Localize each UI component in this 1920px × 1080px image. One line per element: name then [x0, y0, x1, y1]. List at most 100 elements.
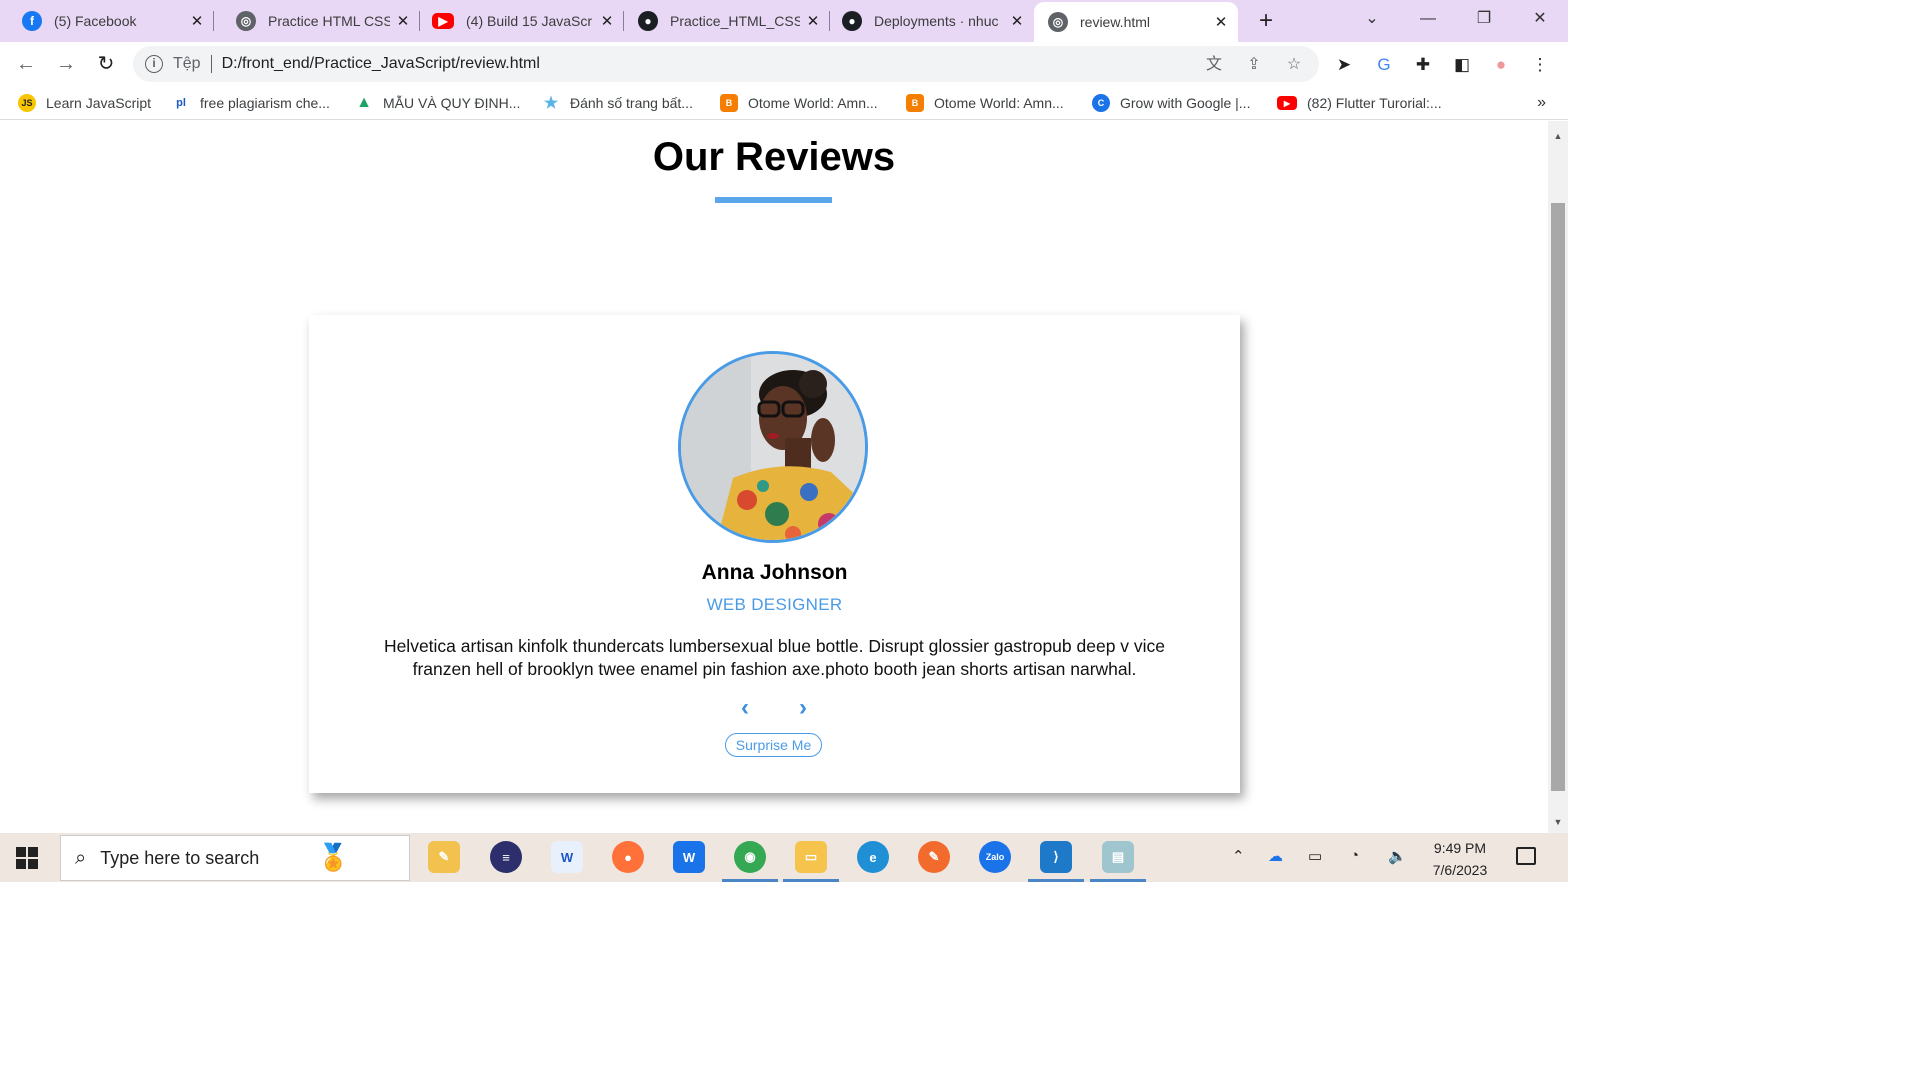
app-icon-w[interactable]: W: [551, 841, 583, 873]
prev-review-button[interactable]: ‹: [733, 695, 757, 721]
tab-title: review.html: [1080, 14, 1151, 30]
notifications-icon[interactable]: [1516, 847, 1536, 865]
review-text: Helvetica artisan kinfolk thundercats lu…: [383, 636, 1166, 679]
close-tab-icon[interactable]: ✕: [184, 12, 210, 30]
forward-icon[interactable]: →: [52, 50, 80, 78]
zalo-icon[interactable]: Zalo: [979, 841, 1011, 873]
scheme-label: Tệp: [173, 55, 201, 72]
cursor-extension-icon[interactable]: ➤: [1332, 54, 1356, 76]
tab-github-deployments[interactable]: ● Deployments · nhuc ✕: [830, 0, 1034, 42]
pl-icon: pl: [176, 97, 186, 109]
vscode-icon[interactable]: ⟩: [1028, 841, 1084, 882]
close-tab-icon[interactable]: ✕: [594, 12, 620, 30]
page-viewport: Our Reviews Anna Johnson WEB DESIGNER He…: [0, 121, 1548, 833]
bookmark-mau-va-quy-dinh[interactable]: ▲ MẪU VÀ QUY ĐỊNH...: [355, 92, 520, 114]
battery-icon[interactable]: ▭: [1308, 847, 1322, 865]
tab-search-chevron-icon[interactable]: ⌄: [1352, 6, 1392, 32]
menu-kebab-icon[interactable]: ⋮: [1528, 54, 1552, 76]
bookmark-otome-world-1[interactable]: B Otome World: Amn...: [720, 92, 878, 114]
tab-youtube-build[interactable]: ▶ (4) Build 15 JavaScr ✕: [420, 0, 624, 42]
bookmark-label: (82) Flutter Turorial:...: [1307, 95, 1442, 111]
tab-facebook[interactable]: f (5) Facebook ✕: [0, 0, 214, 42]
reload-icon[interactable]: ↻: [92, 50, 120, 78]
file-explorer-icon[interactable]: ▭: [783, 841, 839, 882]
bookmark-label: Learn JavaScript: [46, 95, 152, 111]
globe-icon: ◎: [236, 11, 256, 31]
tab-title: Deployments · nhuc: [874, 13, 999, 29]
site-info-icon[interactable]: i: [145, 55, 163, 73]
notepad-icon[interactable]: ▤: [1090, 841, 1146, 882]
app-icon-pen[interactable]: ✎: [918, 841, 950, 873]
surprise-me-button[interactable]: Surprise Me: [725, 733, 822, 757]
tab-title: Practice_HTML_CSS: [670, 13, 800, 29]
globe-icon: ◎: [1048, 12, 1068, 32]
scroll-up-icon[interactable]: ▲: [1548, 131, 1568, 141]
clock-date: 7/6/2023: [1432, 862, 1488, 878]
bookmarks-overflow-icon[interactable]: »: [1537, 94, 1546, 112]
tab-practice-html-css[interactable]: ◎ Practice HTML CSS ✕: [214, 0, 420, 42]
close-tab-icon[interactable]: ✕: [1004, 12, 1030, 30]
firefox-icon[interactable]: ●: [612, 841, 644, 873]
minimize-icon[interactable]: —: [1408, 6, 1448, 32]
bookmark-plagiarism[interactable]: pl free plagiarism che...: [172, 92, 330, 114]
wps-icon[interactable]: W: [673, 841, 705, 873]
title-underline: [715, 197, 832, 203]
back-icon[interactable]: ←: [12, 50, 40, 78]
bookmark-label: Otome World: Amn...: [748, 95, 878, 111]
new-tab-icon[interactable]: +: [1252, 6, 1280, 36]
eclipse-icon[interactable]: ≡: [490, 841, 522, 873]
tab-title: (4) Build 15 JavaScr: [466, 13, 593, 29]
bookmark-learn-javascript[interactable]: JS Learn JavaScript: [18, 92, 151, 114]
youtube-icon: ▶: [1277, 96, 1297, 110]
close-tab-icon[interactable]: ✕: [800, 12, 826, 30]
windows-start-icon[interactable]: [16, 847, 38, 869]
bookmark-label: free plagiarism che...: [200, 95, 330, 111]
youtube-icon: ▶: [432, 13, 454, 29]
extensions-puzzle-icon[interactable]: ✚: [1411, 54, 1435, 76]
github-icon: ●: [638, 11, 658, 31]
bookmark-otome-world-2[interactable]: B Otome World: Amn...: [906, 92, 1064, 114]
blogger-icon: B: [720, 94, 738, 112]
side-panel-icon[interactable]: ◧: [1450, 54, 1474, 76]
tray-chevron-icon[interactable]: ⌃: [1232, 847, 1245, 865]
google-translate-extension-icon[interactable]: G: [1372, 54, 1396, 76]
taskbar-clock[interactable]: 9:49 PM 7/6/2023: [1420, 837, 1500, 881]
address-bar[interactable]: i Tệp D:/front_end/Practice_JavaScript/r…: [133, 46, 1319, 82]
drive-icon: ▲: [356, 94, 372, 111]
tab-review-html[interactable]: ◎ review.html ✕: [1034, 2, 1238, 42]
wifi-icon[interactable]: ◔: [1350, 847, 1359, 864]
tab-github-practice[interactable]: ● Practice_HTML_CSS ✕: [624, 0, 830, 42]
divider: [210, 55, 212, 73]
chrome-icon[interactable]: ◉: [722, 841, 778, 882]
browser-toolbar: ← → ↻ i Tệp D:/front_end/Practice_JavaSc…: [0, 42, 1568, 86]
page-scrollbar[interactable]: ▲ ▼: [1548, 121, 1568, 833]
facebook-icon: f: [22, 11, 42, 31]
bookmark-danh-so-trang[interactable]: ★ Đánh số trang bất...: [542, 92, 693, 114]
bookmark-star-icon[interactable]: ☆: [1283, 54, 1305, 76]
js-icon: JS: [18, 94, 36, 112]
close-window-icon[interactable]: ✕: [1520, 6, 1560, 32]
omnibox-actions: 文 ⇪ ☆: [1203, 54, 1305, 76]
onedrive-icon[interactable]: ☁: [1268, 847, 1283, 865]
bookmark-grow-with-google[interactable]: C Grow with Google |...: [1092, 92, 1250, 114]
close-tab-icon[interactable]: ✕: [1208, 13, 1234, 31]
scroll-thumb[interactable]: [1551, 203, 1565, 791]
restore-icon[interactable]: ❐: [1464, 6, 1504, 32]
translate-icon[interactable]: 文: [1203, 54, 1225, 76]
scroll-down-icon[interactable]: ▼: [1548, 817, 1568, 827]
bookmark-flutter-tutorial[interactable]: ▶ (82) Flutter Turorial:...: [1277, 92, 1442, 114]
avatar-ring: [678, 351, 868, 543]
star-icon: ★: [543, 95, 559, 112]
app-icon-tools[interactable]: ✎: [428, 841, 460, 873]
share-icon[interactable]: ⇪: [1243, 54, 1265, 76]
profile-avatar[interactable]: ●: [1489, 54, 1513, 76]
volume-icon[interactable]: 🔈: [1388, 847, 1407, 865]
taskbar-search[interactable]: ⌕ Type here to search 🏅: [60, 835, 410, 881]
windows-taskbar: ⌕ Type here to search 🏅 ✎ ≡ W ● W ◉ ▭ e …: [0, 833, 1568, 882]
search-placeholder: Type here to search: [100, 847, 260, 868]
close-tab-icon[interactable]: ✕: [390, 12, 416, 30]
edge-icon[interactable]: e: [857, 841, 889, 873]
next-review-button[interactable]: ›: [791, 695, 815, 721]
url-text[interactable]: D:/front_end/Practice_JavaScript/review.…: [222, 55, 540, 73]
tab-title: (5) Facebook: [54, 13, 137, 29]
